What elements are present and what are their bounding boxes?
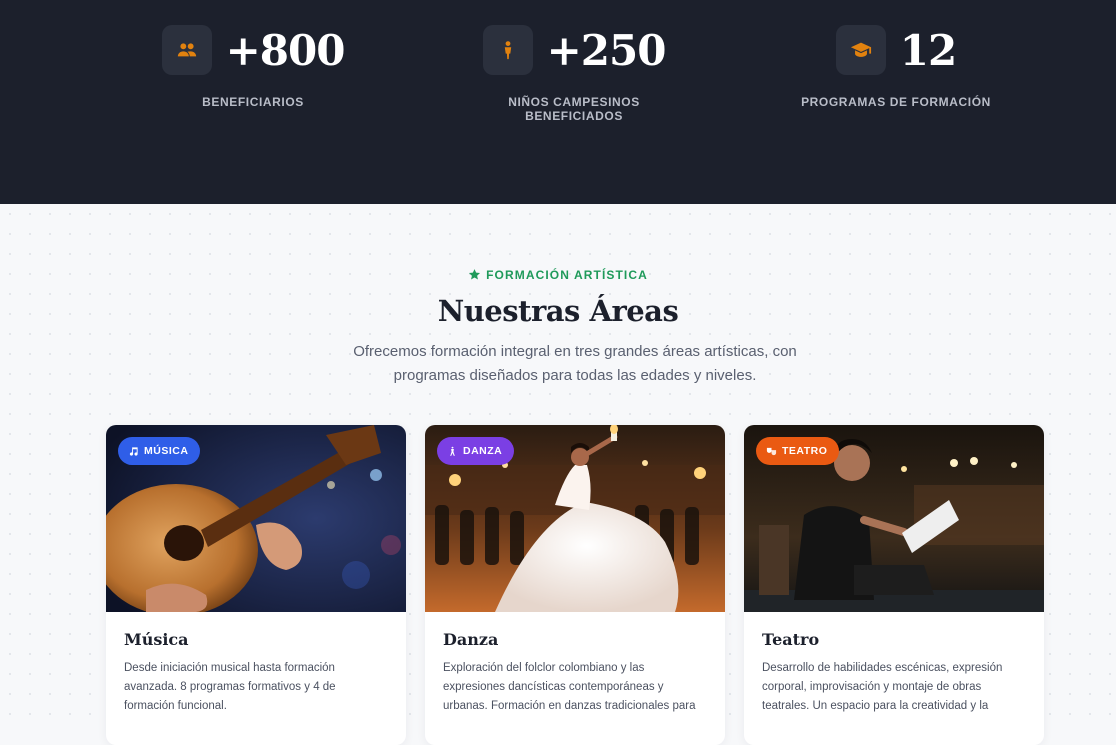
stat-label: PROGRAMAS DE FORMACIÓN <box>801 95 991 109</box>
card-title: Teatro <box>762 630 820 649</box>
stat-value: 12 <box>899 25 957 75</box>
users-icon <box>161 25 212 75</box>
section-title: Nuestras Áreas <box>437 294 679 328</box>
stat-label: NIÑOS CAMPESINOS BENEFICIADOS <box>508 95 640 123</box>
card-description: Desde iniciación musical hasta formación… <box>124 662 336 712</box>
graduation-cap-icon <box>835 25 886 75</box>
stat-ninos-campesinos: +250 NIÑOS CAMPESINOS BENEFICIADOS <box>458 0 690 123</box>
section-eyebrow: FORMACIÓN ARTÍSTICA <box>0 268 1116 282</box>
badge-label: TEATRO <box>782 445 828 457</box>
stat-value: +250 <box>546 25 667 75</box>
badge-label: MÚSICA <box>144 445 189 457</box>
stat-beneficiarios: +800 BENEFICIARIOS <box>150 0 356 109</box>
badge-musica: MÚSICA <box>118 437 201 465</box>
badge-danza: DANZA <box>437 437 515 465</box>
theater-masks-icon <box>766 447 777 455</box>
section-subtitle: Ofrecemos formación integral en tres gra… <box>353 343 797 384</box>
teatro-photo: TEATRO <box>744 425 1044 612</box>
card-description: Exploración del folclor colombiano y las… <box>443 662 696 712</box>
eyebrow-text: FORMACIÓN ARTÍSTICA <box>486 268 648 282</box>
musica-photo: MÚSICA <box>106 425 406 612</box>
areas-section: FORMACIÓN ARTÍSTICA Nuestras Áreas Ofrec… <box>0 204 1116 745</box>
area-card-danza[interactable]: DANZA Danza Exploración del folclor colo… <box>425 425 725 745</box>
stat-label: BENEFICIARIOS <box>202 95 304 109</box>
card-description: Desarrollo de habilidades escénicas, exp… <box>762 662 1003 712</box>
badge-teatro: TEATRO <box>756 437 840 465</box>
stats-section: +800 BENEFICIARIOS +250 NIÑOS CAMPESINOS… <box>0 0 1116 204</box>
badge-label: DANZA <box>463 445 503 457</box>
card-title: Danza <box>443 630 499 649</box>
area-card-teatro[interactable]: TEATRO Teatro Desarrollo de habilidades … <box>744 425 1044 745</box>
music-note-icon <box>129 446 138 456</box>
star-icon <box>469 269 481 280</box>
stat-value: +800 <box>225 25 346 75</box>
card-title: Música <box>124 630 189 649</box>
dancer-icon <box>450 446 455 456</box>
area-card-musica[interactable]: MÚSICA Música Desde iniciación musical h… <box>106 425 406 745</box>
child-icon <box>482 25 533 75</box>
stat-programas: 12 PROGRAMAS DE FORMACIÓN <box>800 0 992 109</box>
danza-photo: DANZA <box>425 425 725 612</box>
